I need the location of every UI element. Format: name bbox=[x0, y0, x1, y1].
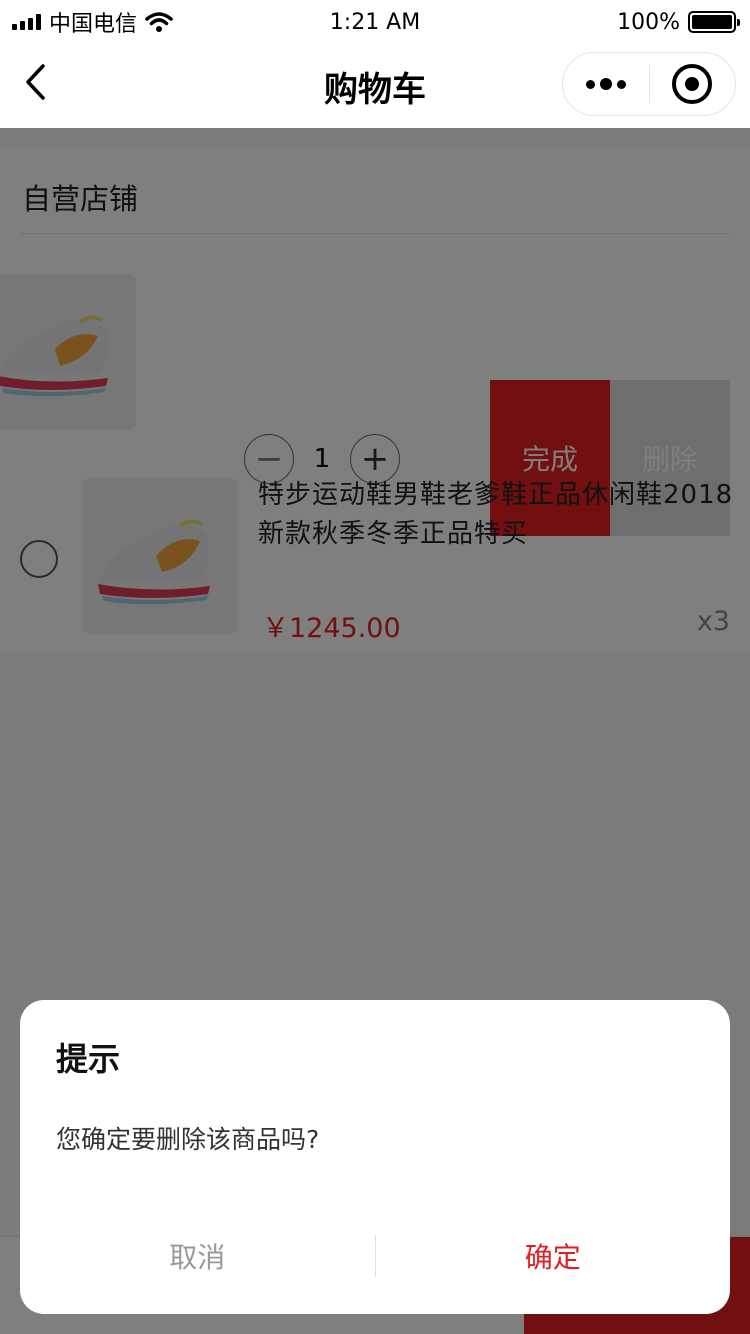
cancel-button[interactable]: 取消 bbox=[20, 1198, 375, 1314]
carrier-label: 中国电信 bbox=[49, 12, 138, 37]
target-icon bbox=[672, 64, 713, 104]
more-dots-icon[interactable] bbox=[563, 78, 649, 90]
signal-icon bbox=[12, 14, 41, 30]
status-left: 中国电信 bbox=[12, 6, 173, 38]
back-icon[interactable] bbox=[18, 62, 58, 102]
battery-icon bbox=[688, 11, 740, 33]
nav-bar: 购物车 bbox=[0, 44, 750, 128]
dialog-message: 您确定要删除该商品吗? bbox=[56, 1125, 320, 1154]
dialog-title: 提示 bbox=[56, 1040, 121, 1078]
battery-percent: 100% bbox=[617, 9, 680, 35]
mini-program-capsule bbox=[562, 52, 736, 116]
capsule-close-button[interactable] bbox=[650, 64, 736, 104]
wifi-icon bbox=[145, 12, 173, 32]
status-right: 100% bbox=[617, 9, 740, 35]
confirm-button[interactable]: 确定 bbox=[376, 1198, 731, 1314]
status-bar: 中国电信 1:21 AM 100% bbox=[0, 0, 750, 44]
page-title: 购物车 bbox=[324, 69, 426, 110]
dialog-actions: 取消 确定 bbox=[20, 1198, 730, 1314]
confirm-dialog: 提示 您确定要删除该商品吗? 取消 确定 bbox=[20, 1000, 730, 1314]
